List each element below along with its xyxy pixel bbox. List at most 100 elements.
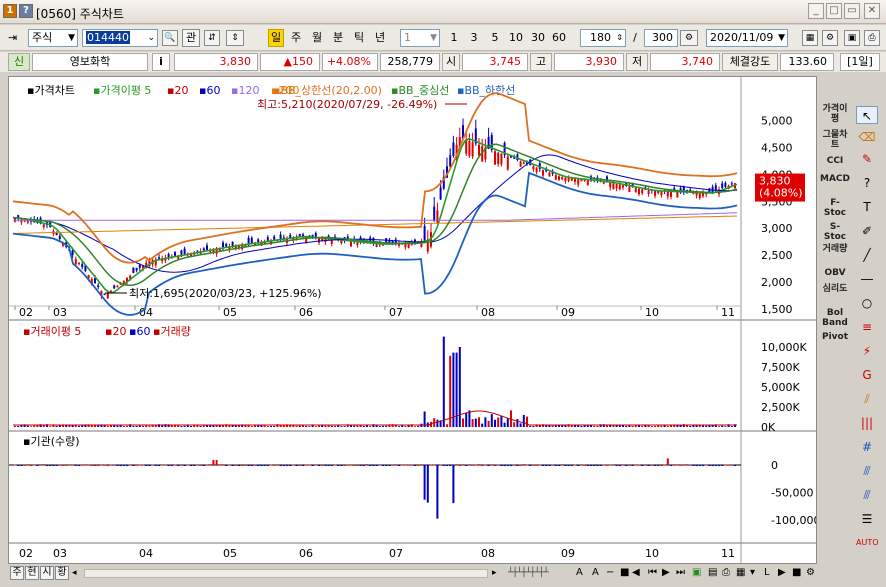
related-button[interactable]: 관 [182,29,200,47]
hline-icon[interactable]: ― [856,270,878,288]
first-icon[interactable]: ⏮ [648,566,660,580]
zoom-in-icon[interactable]: A [576,566,588,580]
zigzag-icon[interactable]: ⚡ [856,342,878,360]
status-tab-1[interactable]: 현 [25,566,39,580]
indicator-volume[interactable]: 거래량 [820,244,850,266]
config-icon[interactable]: ⚙ [806,566,820,580]
chart-canvas[interactable]: ▪가격차트 ▪가격이평 5 ▪20 ▪60 ▪120 ▪200▪BB_상한선(20,2.0… [9,77,820,563]
stepper-icon[interactable]: ⇕ [226,30,244,46]
search-icon[interactable]: 🔍 [162,30,178,46]
inst-bar [241,464,244,466]
printer-icon[interactable]: ⎙ [722,566,736,580]
sync-icon[interactable]: ⇵ [204,30,220,46]
down-icon[interactable]: ▾ [750,566,764,580]
fib-icon[interactable]: ≡ [856,318,878,336]
inst-bar [727,464,730,466]
period-day-button[interactable]: 일 [268,29,284,47]
next-icon[interactable]: ▶ [662,566,674,580]
eraser-icon[interactable]: ⌫ [856,128,878,146]
close-icon[interactable]: ✕ [864,3,880,19]
delete-all-icon[interactable]: ✎ [856,150,878,168]
inst-bar [513,464,516,466]
price-legend-ma60: ▪60 [199,84,220,97]
stock-code-input[interactable]: 014440 ⌄ [82,29,158,47]
image-icon[interactable]: ▦ [736,566,750,580]
interval-60-button[interactable]: 60 [550,29,568,47]
pencil-icon[interactable]: ✐ [856,222,878,240]
chart-area[interactable]: ▪가격차트 ▪가격이평 5 ▪20 ▪60 ▪120 ▪200 ▪BB_상한선(20,2.0… [8,76,820,564]
indicator-psychology[interactable]: 심리도 [820,284,850,306]
restore-icon[interactable]: □ [826,3,842,19]
date-picker[interactable]: 2020/11/09 ▼ [706,29,788,47]
indicator-net-chart[interactable]: 그물차트 [820,130,850,152]
chart-icon[interactable]: ▦ [802,30,818,46]
interval-30-button[interactable]: 30 [529,29,547,47]
status-tab-3[interactable]: 황 [55,566,69,580]
fib-retrace-icon[interactable]: ☰ [856,510,878,528]
period-year-button[interactable]: 년 [372,29,388,47]
period-minute-button[interactable]: 분 [330,29,346,47]
help-icon[interactable]: ? [856,174,878,192]
indicator-pivot[interactable]: Pivot [820,332,850,344]
scroll-right-icon[interactable]: ▸ [492,566,502,580]
cursor-icon[interactable]: ↖ [856,106,878,124]
zoom-slider[interactable]: ┴┼┴┼┴┼┴┼┴ [508,567,572,579]
stop-icon[interactable]: ■ [620,566,632,580]
link-icon[interactable]: ⇥ [8,31,24,45]
status-tab-2[interactable]: 시 [40,566,54,580]
channel2-icon[interactable]: ⫻ [856,486,878,504]
indicator-price-ma[interactable]: 가격이평 [820,104,850,126]
disk-icon[interactable]: ▤ [708,566,722,580]
line-icon[interactable]: ╱ [856,246,878,264]
gear-icon[interactable]: ⚙ [822,30,838,46]
period-week-button[interactable]: 주 [288,29,304,47]
circle-icon[interactable]: ○ [856,294,878,312]
inst-bar [711,465,714,466]
indicator-cci[interactable]: CCI [820,156,850,168]
interval-3-button[interactable]: 3 [467,29,481,47]
window-number-badge[interactable]: 1 [3,4,17,18]
interval-10-button[interactable]: 10 [507,29,525,47]
indicator-macd[interactable]: MACD [820,174,850,196]
indicator-f-stoc[interactable]: F-Stoc [820,198,850,220]
indicator-s-stoc[interactable]: S-Stoc [820,222,850,244]
info-button[interactable]: i [152,53,170,71]
last-icon[interactable]: ⏭ [676,566,688,580]
period-month-button[interactable]: 월 [309,29,325,47]
auto-icon[interactable]: AUTO [856,534,879,552]
inst-bar [212,460,215,465]
save-icon[interactable]: ▣ [844,30,860,46]
volume-bar [506,418,509,427]
status-tab-0[interactable]: 주 [10,566,24,580]
settings-icon[interactable]: ⚙ [680,30,698,46]
grid-icon[interactable]: # [856,438,878,456]
zoom-out-icon[interactable]: A [592,566,604,580]
print-icon[interactable]: ⎙ [864,30,880,46]
count-stepper[interactable]: 180 ⇕ [580,29,626,47]
text-icon[interactable]: T [856,198,878,216]
stop2-icon[interactable]: ■ [792,566,806,580]
play-icon[interactable]: ▶ [778,566,792,580]
interval-select[interactable]: 1 ▼ [400,29,440,47]
line-tool-icon[interactable]: L [764,566,778,580]
minimize-icon[interactable]: _ [808,3,824,19]
total-count-input[interactable]: 300 [644,29,678,47]
help-badge[interactable]: ? [19,4,33,18]
interval-5-button[interactable]: 5 [488,29,502,47]
period-tick-button[interactable]: 틱 [351,29,367,47]
minus-icon[interactable]: − [606,566,618,580]
maximize-icon[interactable]: ▭ [844,3,860,19]
indicator-bollinger[interactable]: Bol Band [820,308,850,330]
bars-icon[interactable]: ||| [856,414,878,432]
gann-icon[interactable]: G [856,366,878,384]
channel-icon[interactable]: ⫻ [856,462,878,480]
horizontal-scrollbar[interactable] [84,569,488,578]
scroll-left-icon[interactable]: ◂ [72,566,82,580]
interval-1-button[interactable]: 1 [447,29,461,47]
indicator-obv[interactable]: OBV [820,268,850,280]
prev-icon[interactable]: ◀ [632,566,644,580]
excel-icon[interactable]: ▣ [692,566,706,580]
fan-icon[interactable]: ⫽ [856,390,878,408]
market-type-select[interactable]: 주식 ▼ [28,29,78,47]
volume-bar [356,425,359,427]
